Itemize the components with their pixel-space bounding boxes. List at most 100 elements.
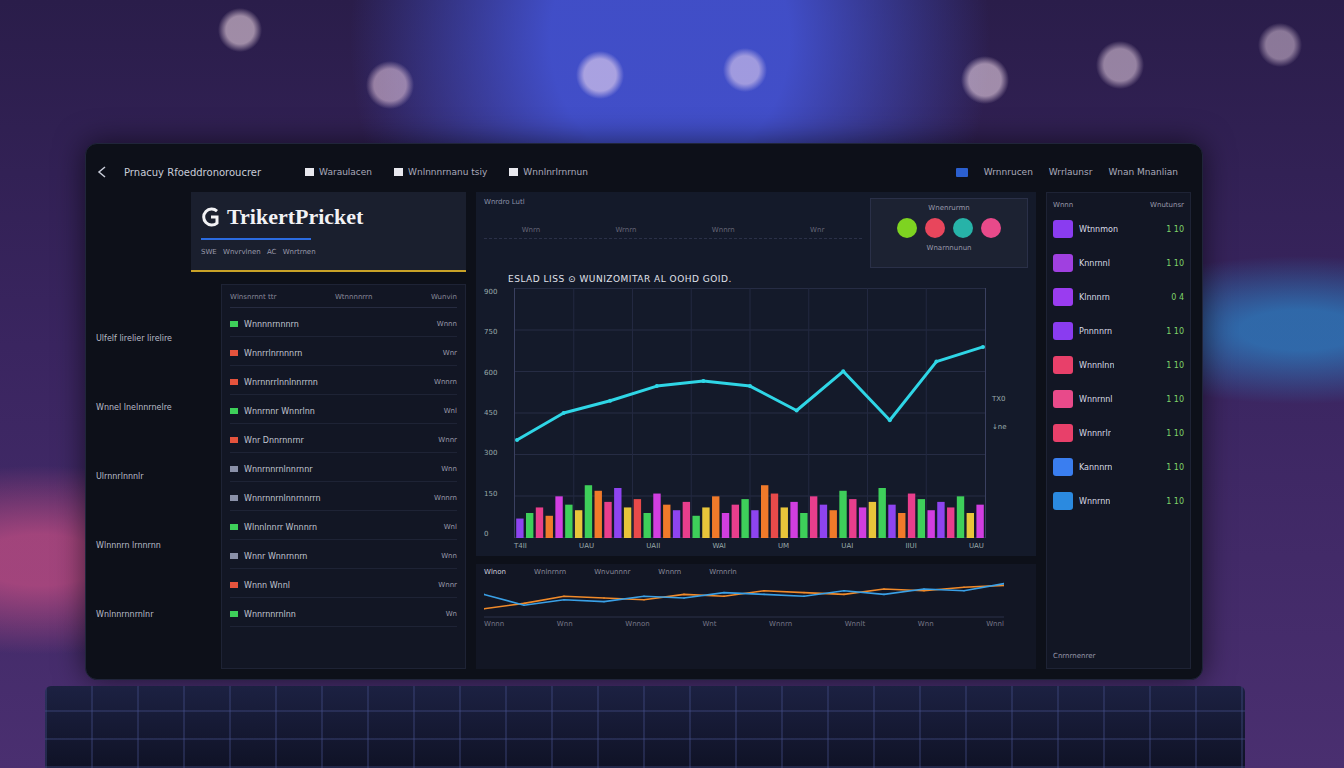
mail-icon[interactable] — [956, 168, 968, 177]
nav-item[interactable]: Waraulacen — [305, 167, 372, 177]
chart-bar — [830, 510, 837, 538]
asset-row[interactable]: Wnnnlnn1 10 — [1053, 351, 1184, 379]
row-text: Wnrnnrrlnnlnnrrnn — [244, 378, 318, 387]
asset-row[interactable]: Kannnrn1 10 — [1053, 453, 1184, 481]
right-tick: TX0 — [992, 395, 1022, 403]
chart-bar — [595, 491, 602, 538]
list-row[interactable]: Wnr DnnrnnrnrWnnr — [230, 428, 457, 453]
nav-label: Wnnlnrlrnrnun — [523, 167, 588, 177]
logo-name: TrikertPricket — [227, 204, 363, 230]
asset-icon — [1053, 458, 1073, 476]
row-text: Wnnrnnrnlnnrnnrrn — [244, 494, 321, 503]
x-tick: T4II — [514, 542, 527, 550]
y-tick: 450 — [484, 409, 514, 417]
chart-bar — [888, 505, 895, 538]
list-row[interactable]: Wnnrrlnrnnnrn Wnr — [230, 341, 457, 366]
row-text: Wnnr Wnnrnnrn — [244, 552, 307, 561]
chart-bar — [555, 496, 562, 538]
asset-row[interactable]: Knnrnnl1 10 — [1053, 249, 1184, 277]
mini-plot — [484, 578, 1004, 618]
chart-bar — [781, 507, 788, 538]
x-axis: T4IIUAUUAIIWAIUMUAIIIUIUAU — [514, 538, 984, 550]
x-tick: UAU — [579, 542, 594, 550]
asset-row[interactable]: Wnnnrlr1 10 — [1053, 419, 1184, 447]
header-action[interactable]: Wnan Mnanlian — [1108, 167, 1178, 177]
nav-box-icon — [394, 168, 403, 176]
asset-row[interactable]: Wtnnmon1 10 — [1053, 215, 1184, 243]
chart-bar — [976, 505, 983, 538]
chart-bar — [702, 507, 709, 538]
badge-dot[interactable] — [953, 218, 973, 238]
badge-dot[interactable] — [897, 218, 917, 238]
status-mark — [230, 466, 238, 472]
back-icon — [96, 165, 110, 179]
y-axis: 9007506004503001500 — [484, 288, 514, 538]
list-row[interactable]: Wnnnnrnnnrn Wnnn — [230, 312, 457, 337]
y-tick: 300 — [484, 449, 514, 457]
y-tick: 600 — [484, 369, 514, 377]
status-mark — [230, 437, 238, 443]
chart-bar — [673, 510, 680, 538]
list-row[interactable]: Wnnn Wnnl Wnnr — [230, 573, 457, 598]
y-tick: 750 — [484, 328, 514, 336]
side-labels: Ulfelf lirelier lirelireWnnel lnelnnrnel… — [96, 284, 211, 669]
x-tick: UM — [778, 542, 789, 550]
row-value: Wnn — [441, 552, 457, 560]
chart-bar — [839, 491, 846, 538]
mini-baseline — [484, 617, 1004, 618]
mini-point — [1003, 583, 1004, 585]
asset-name: Klnnnrn — [1079, 293, 1110, 302]
list-row[interactable]: WnnrnnrnlnnWn — [230, 602, 457, 627]
badge-label: Wnenrurmn — [928, 204, 969, 212]
list-row[interactable]: WnnrnnrnlnnrnnrrnWnnrn — [230, 486, 457, 511]
row-text: Wnnnnrnnnrn — [244, 320, 299, 329]
badge-dot[interactable] — [981, 218, 1001, 238]
row-text: Wnnrrlnrnnnrn — [244, 349, 302, 358]
asset-panel: WnnnWnutunsrWtnnmon1 10Knnrnnl1 10Klnnnr… — [1046, 192, 1191, 669]
header-action[interactable]: Wrnnrucen — [984, 167, 1033, 177]
header-action[interactable]: Wrrlaunsr — [1049, 167, 1093, 177]
chart-bar — [869, 502, 876, 538]
row-value: Wnl — [444, 523, 457, 531]
list-row[interactable]: WnnrnnrnlnnrnnrWnn — [230, 457, 457, 482]
row-value: Wnnr — [438, 581, 457, 589]
logo-tagline: SWE Wnvrvlnen AC Wnrtrnen — [201, 248, 456, 256]
chart-bar — [761, 485, 768, 538]
mini-point — [563, 595, 565, 597]
chart-bar — [526, 513, 533, 538]
asset-icon — [1053, 356, 1073, 374]
asset-row[interactable]: Wnnrnnl1 10 — [1053, 385, 1184, 413]
row-text: Wlnnlnnrr Wnnnrn — [244, 523, 317, 532]
badge-dot[interactable] — [925, 218, 945, 238]
list-row[interactable]: Wnnr Wnnrnnrn Wnn — [230, 544, 457, 569]
chart-bar — [683, 502, 690, 538]
row-text: Wnnn Wnnl — [244, 581, 290, 590]
badge-card: WnenrurmnWnarnnunun — [870, 198, 1028, 268]
chart-bar — [546, 516, 553, 538]
top-tick: Wnr — [810, 226, 824, 234]
chart-bar — [565, 505, 572, 538]
list-column: Wunvin — [431, 293, 457, 301]
nav-item[interactable]: Wnnlnrlrnrnun — [509, 167, 588, 177]
asset-name: Wtnnmon — [1079, 225, 1118, 234]
list-row[interactable]: WnrnnrrlnnlnnrrnnWnnrn — [230, 370, 457, 395]
asset-row[interactable]: Wnnrnn1 10 — [1053, 487, 1184, 515]
mini-header-item: Wnvunnnr — [594, 568, 630, 576]
x-tick: WAI — [712, 542, 725, 550]
nav-item[interactable]: Wnlnnnrnanu tsiy — [394, 167, 487, 177]
mini-header-item: Wrnnrln — [709, 568, 737, 576]
list-row[interactable]: Wlnnlnnrr Wnnnrn Wnl — [230, 515, 457, 540]
row-value: Wnnn — [437, 320, 457, 328]
asset-icon — [1053, 492, 1073, 510]
asset-row[interactable]: Pnnnnrn1 10 — [1053, 317, 1184, 345]
mini-series-line — [484, 584, 1004, 606]
line-point — [888, 418, 892, 422]
list-row[interactable]: Wnnrnnr WnnrlnnWnl — [230, 399, 457, 424]
list-column: Wlnsnrnnt ttr — [230, 293, 276, 301]
asset-row[interactable]: Klnnnrn0 4 — [1053, 283, 1184, 311]
asset-name: Wnnrnnl — [1079, 395, 1113, 404]
mini-point — [683, 594, 685, 596]
chart-bar — [751, 510, 758, 538]
row-value: Wnr — [443, 349, 457, 357]
asset-value: 1 10 — [1166, 327, 1184, 336]
